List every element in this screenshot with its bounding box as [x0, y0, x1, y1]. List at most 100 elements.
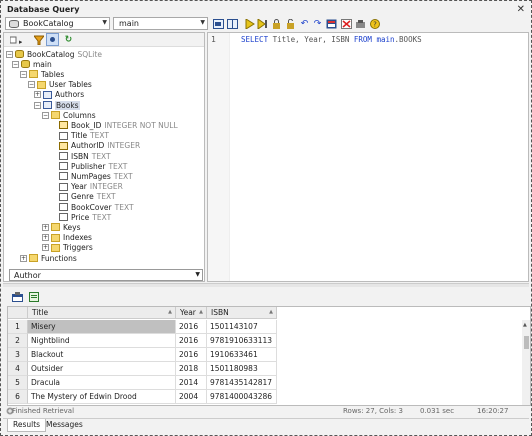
- cell-title[interactable]: Dracula: [28, 376, 176, 390]
- svg-text:?: ?: [373, 20, 377, 28]
- panel-splitter[interactable]: [3, 283, 529, 287]
- chevron-down-icon: ▼: [195, 271, 200, 278]
- add-connection-icon[interactable]: ▸: [9, 33, 22, 46]
- expand-icon[interactable]: +: [42, 223, 49, 231]
- expand-icon[interactable]: +: [20, 254, 27, 262]
- expand-icon[interactable]: +: [42, 244, 49, 252]
- scrollbar-thumb[interactable]: [524, 336, 529, 349]
- sort-icon[interactable]: ▲: [199, 309, 203, 315]
- execute-step-icon[interactable]: [256, 17, 269, 30]
- tree-node[interactable]: + Keys: [42, 222, 81, 232]
- cell-title[interactable]: Blackout: [28, 348, 176, 362]
- cell-title[interactable]: Misery: [28, 320, 176, 334]
- schema-select[interactable]: main ▼: [113, 17, 208, 30]
- cell-isbn[interactable]: 9781435142817: [207, 376, 277, 390]
- collapse-icon[interactable]: −: [28, 81, 35, 89]
- tree-node[interactable]: − User Tables: [28, 80, 92, 90]
- tree-node[interactable]: AuthorID INTEGER: [50, 141, 140, 151]
- datasource-select[interactable]: BookCatalog ▼: [5, 17, 110, 30]
- sql-editor[interactable]: 1 SELECT Title, Year, ISBN FROM main.BOO…: [207, 32, 529, 282]
- collapse-icon[interactable]: −: [12, 60, 19, 68]
- cell-isbn[interactable]: 1501143107: [207, 320, 277, 334]
- cell-title[interactable]: The Mystery of Edwin Drood: [28, 390, 176, 404]
- export-icon[interactable]: [27, 290, 40, 303]
- column-header-isbn[interactable]: ISBN ▲: [207, 307, 277, 319]
- tree-filter-select[interactable]: Author ▼: [9, 269, 203, 281]
- unlock-icon[interactable]: [284, 17, 297, 30]
- query-grid-icon[interactable]: [325, 17, 338, 30]
- cell-isbn[interactable]: 1910633461: [207, 348, 277, 362]
- tree-node-label: Keys: [63, 222, 81, 232]
- collapse-icon[interactable]: −: [20, 70, 27, 78]
- column-header-year[interactable]: Year ▲: [176, 307, 207, 319]
- column-header-title[interactable]: Title ▲: [28, 307, 176, 319]
- tree-node[interactable]: BookCover TEXT: [50, 202, 134, 212]
- row-number[interactable]: 1: [8, 320, 28, 334]
- cell-year[interactable]: 2018: [176, 362, 207, 376]
- redo-icon[interactable]: ↷: [311, 17, 324, 30]
- collapse-icon[interactable]: −: [6, 50, 13, 58]
- cell-isbn[interactable]: 9781910633113: [207, 334, 277, 348]
- sort-icon[interactable]: ▲: [168, 309, 172, 315]
- results-grid[interactable]: Title ▲ Year ▲ ISBN ▲ 1 Misery 2016 1501143…: [7, 306, 531, 406]
- lock-icon[interactable]: [270, 17, 283, 30]
- filter-icon[interactable]: [32, 33, 45, 46]
- row-number[interactable]: 3: [8, 348, 28, 362]
- row-number[interactable]: 4: [8, 362, 28, 376]
- cell-year[interactable]: 2014: [176, 376, 207, 390]
- cell-isbn[interactable]: 1501180983: [207, 362, 277, 376]
- row-number[interactable]: 6: [8, 390, 28, 404]
- tree-node[interactable]: + Authors: [34, 90, 84, 100]
- collapse-icon[interactable]: −: [34, 101, 41, 109]
- expand-icon[interactable]: +: [34, 91, 41, 99]
- cell-isbn[interactable]: 9781400043286: [207, 390, 277, 404]
- tree-node[interactable]: Price TEXT: [50, 212, 111, 222]
- tree-node[interactable]: Genre TEXT: [50, 192, 116, 202]
- expand-icon[interactable]: +: [42, 234, 49, 242]
- sort-icon[interactable]: ▲: [269, 309, 273, 315]
- tree-node[interactable]: ISBN TEXT: [50, 151, 111, 161]
- tree-node[interactable]: Publisher TEXT: [50, 161, 127, 171]
- tree-node[interactable]: + Triggers: [42, 243, 93, 253]
- tree-node[interactable]: Year INTEGER: [50, 182, 123, 192]
- refresh-icon[interactable]: ↻: [62, 33, 75, 46]
- row-number[interactable]: 5: [8, 376, 28, 390]
- results-grid-icon[interactable]: [11, 290, 24, 303]
- close-icon[interactable]: ✕: [517, 4, 525, 15]
- tree-node[interactable]: − main: [12, 59, 52, 69]
- tree-node[interactable]: NumPages TEXT: [50, 171, 133, 181]
- vertical-scrollbar[interactable]: ▲: [522, 320, 530, 405]
- sql-editor-icon[interactable]: [212, 17, 225, 30]
- cell-year[interactable]: 2016: [176, 348, 207, 362]
- clear-icon[interactable]: [340, 17, 353, 30]
- find-icon[interactable]: [46, 33, 59, 46]
- split-view-icon[interactable]: [226, 17, 239, 30]
- scroll-up-icon[interactable]: ▲: [523, 322, 527, 328]
- tab-messages[interactable]: Messages: [41, 419, 88, 432]
- tree-node[interactable]: − Columns: [42, 110, 96, 120]
- execute-icon[interactable]: [243, 17, 256, 30]
- cell-title[interactable]: Outsider: [28, 362, 176, 376]
- query-toolbar: BookCatalog ▼ main ▼ ↶ ↷ ?: [3, 17, 529, 31]
- collapse-icon[interactable]: −: [42, 111, 49, 119]
- sql-statement[interactable]: SELECT Title, Year, ISBN FROM main.BOOKS: [241, 35, 422, 44]
- cell-year[interactable]: 2016: [176, 320, 207, 334]
- tree-node[interactable]: + Functions: [20, 253, 77, 263]
- help-icon[interactable]: ?: [368, 17, 381, 30]
- row-number[interactable]: 2: [8, 334, 28, 348]
- tree-node[interactable]: Title TEXT: [50, 131, 109, 141]
- key-column-icon: [59, 141, 68, 150]
- tree-node-label: Price: [71, 212, 90, 222]
- database-explorer-panel: ▸ ↻ − BookCatalog SQLite − main − Tables − User …: [3, 32, 205, 282]
- cell-year[interactable]: 2016: [176, 334, 207, 348]
- cell-title[interactable]: Nightblind: [28, 334, 176, 348]
- tree-node[interactable]: − Books: [34, 100, 80, 110]
- undo-icon[interactable]: ↶: [298, 17, 311, 30]
- settings-icon[interactable]: [354, 17, 367, 30]
- tree-node[interactable]: + Indexes: [42, 233, 92, 243]
- cell-year[interactable]: 2004: [176, 390, 207, 404]
- table-icon: [43, 90, 52, 99]
- tree-node[interactable]: − Tables: [20, 69, 64, 79]
- tree-node[interactable]: Book_ID INTEGER NOT NULL: [50, 120, 178, 130]
- tree-node[interactable]: − BookCatalog SQLite: [6, 49, 102, 59]
